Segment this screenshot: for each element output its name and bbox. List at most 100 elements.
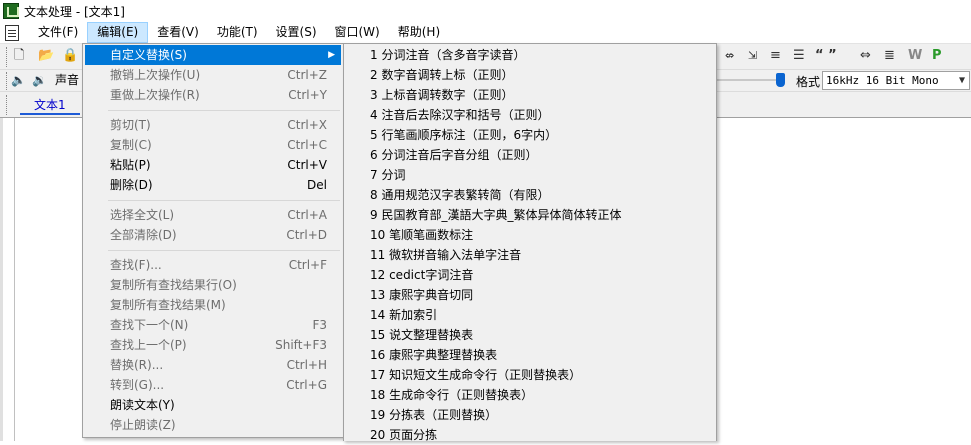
submenu-item-15[interactable]: 15 说文整理替换表 [346, 325, 714, 345]
menu-item-find-next[interactable]: 查找下一个(N) F3 [85, 315, 341, 335]
editor-gutter [14, 118, 15, 441]
menu-settings[interactable]: 设置(S) [267, 22, 326, 43]
lock-icon[interactable]: 🔒 [62, 46, 78, 66]
playback-slider[interactable] [716, 79, 784, 81]
menu-item-shortcut: Ctrl+V [287, 158, 327, 172]
submenu-item-16[interactable]: 16 康熙字典整理替换表 [346, 345, 714, 365]
menu-item-find[interactable]: 查找(F)... Ctrl+F [85, 255, 341, 275]
menu-item-cut[interactable]: 剪切(T) Ctrl+X [85, 115, 341, 135]
menu-item-label: 复制(C) [110, 138, 152, 152]
custom-replace-submenu: 1 分词注音（含多音字读音） 2 数字音调转上标（正则） 3 上标音调转数字（正… [343, 43, 717, 442]
submenu-item-11[interactable]: 11 微软拼音输入法单字注音 [346, 245, 714, 265]
align-icon[interactable]: ⇔ [860, 46, 871, 66]
sound-label: 声音 [55, 73, 80, 87]
format-label: 格式 [796, 75, 821, 89]
speaker-mute-icon[interactable]: 🔈 [11, 70, 26, 90]
menu-item-label: 全部清除(D) [110, 228, 177, 242]
menu-item-shortcut: Ctrl+Y [288, 88, 327, 102]
format-icon-4[interactable]: ☰ [793, 46, 805, 66]
menu-item-label: 复制所有查找结果行(O) [110, 278, 237, 292]
format-icon-3[interactable]: ≡ [770, 46, 781, 66]
menu-item-undo[interactable]: 撤销上次操作(U) Ctrl+Z [85, 65, 341, 85]
menu-item-shortcut: Ctrl+D [286, 228, 327, 242]
menu-item-paste[interactable]: 粘贴(P) Ctrl+V [85, 155, 341, 175]
app-icon[interactable] [3, 3, 19, 19]
submenu-item-13[interactable]: 13 康熙字典音切同 [346, 285, 714, 305]
tab-document-1[interactable]: 文本1 [20, 96, 80, 115]
chevron-down-icon: ▼ [958, 75, 965, 86]
menu-item-label: 自定义替换(S) [110, 48, 187, 62]
menu-view[interactable]: 查看(V) [148, 22, 208, 43]
submenu-item-9[interactable]: 9 民国教育部_漢語大字典_繁体异体简体转正体 [346, 205, 714, 225]
format-icon-1[interactable]: ⇎ [725, 46, 734, 66]
menu-item-shortcut: Ctrl+G [286, 378, 327, 392]
menu-item-delete[interactable]: 删除(D) Del [85, 175, 341, 195]
menu-item-label: 复制所有查找结果(M) [110, 298, 226, 312]
menu-item-label: 查找上一个(P) [110, 338, 187, 352]
p-icon[interactable]: P [932, 46, 942, 66]
submenu-item-5[interactable]: 5 行笔画顺序标注（正则，6字内） [346, 125, 714, 145]
menu-item-clear-all[interactable]: 全部清除(D) Ctrl+D [85, 225, 341, 245]
menu-item-label: 查找下一个(N) [110, 318, 189, 332]
menu-item-label: 转到(G)... [110, 378, 165, 392]
menu-item-stop-reading[interactable]: 停止朗读(Z) [85, 415, 341, 435]
menu-item-shortcut: Ctrl+Z [287, 68, 327, 82]
quote-icon[interactable]: “ ” [815, 46, 837, 66]
playback-slider-thumb[interactable] [775, 73, 785, 87]
menu-item-replace[interactable]: 替换(R)... Ctrl+H [85, 355, 341, 375]
w-icon[interactable]: W [908, 46, 922, 66]
menu-separator [108, 250, 340, 251]
submenu-item-6[interactable]: 6 分词注音后字音分组（正则） [346, 145, 714, 165]
menu-item-copy-all-results[interactable]: 复制所有查找结果(M) [85, 295, 341, 315]
submenu-item-14[interactable]: 14 新加索引 [346, 305, 714, 325]
format-select[interactable]: 16kHz 16 Bit Mono ▼ [822, 71, 970, 90]
menu-item-copy-all-result-lines[interactable]: 复制所有查找结果行(O) [85, 275, 341, 295]
submenu-item-2[interactable]: 2 数字音调转上标（正则） [346, 65, 714, 85]
menu-item-shortcut: Del [307, 178, 327, 192]
menu-item-select-all[interactable]: 选择全文(L) Ctrl+A [85, 205, 341, 225]
menu-item-read-aloud[interactable]: 朗读文本(Y) [85, 395, 341, 415]
format-icon-2[interactable]: ⇲ [748, 46, 757, 66]
menu-item-goto[interactable]: 转到(G)... Ctrl+G [85, 375, 341, 395]
toolbar-grip[interactable] [6, 47, 8, 67]
menu-function[interactable]: 功能(T) [208, 22, 267, 43]
numbering-icon[interactable]: ≣ [884, 46, 895, 66]
menu-item-label: 撤销上次操作(U) [110, 68, 201, 82]
menu-item-shortcut: Ctrl+X [287, 118, 327, 132]
menu-item-copy[interactable]: 复制(C) Ctrl+C [85, 135, 341, 155]
menu-item-custom-replace[interactable]: 自定义替换(S) ▶ [85, 45, 341, 65]
submenu-item-3[interactable]: 3 上标音调转数字（正则） [346, 85, 714, 105]
menu-item-redo[interactable]: 重做上次操作(R) Ctrl+Y [85, 85, 341, 105]
document-icon[interactable] [5, 24, 19, 41]
submenu-item-17[interactable]: 17 知识短文生成命令行（正则替换表） [346, 365, 714, 385]
menu-file[interactable]: 文件(F) [29, 22, 87, 43]
tab-strip-grip [6, 95, 8, 115]
new-file-icon[interactable]: 🗋 [14, 46, 24, 66]
submenu-item-19[interactable]: 19 分拣表（正则替换） [346, 405, 714, 425]
menu-item-label: 重做上次操作(R) [110, 88, 200, 102]
submenu-item-8[interactable]: 8 通用规范汉字表繁转简（有限） [346, 185, 714, 205]
menu-item-label: 停止朗读(Z) [110, 418, 176, 432]
speaker-icon[interactable]: 🔉 [32, 70, 47, 90]
submenu-item-10[interactable]: 10 笔顺笔画数标注 [346, 225, 714, 245]
title-bar: 文本处理 - [文本1] [0, 0, 971, 22]
menu-item-label: 删除(D) [110, 178, 153, 192]
menu-window[interactable]: 窗口(W) [326, 22, 389, 43]
window-title: 文本处理 - [文本1] [24, 4, 125, 19]
submenu-arrow-icon: ▶ [328, 50, 335, 60]
menu-help[interactable]: 帮助(H) [389, 22, 449, 43]
submenu-item-18[interactable]: 18 生成命令行（正则替换表） [346, 385, 714, 405]
menu-edit[interactable]: 编辑(E) [87, 22, 149, 43]
submenu-item-4[interactable]: 4 注音后去除汉字和括号（正则） [346, 105, 714, 125]
menu-item-shortcut: Ctrl+H [286, 358, 327, 372]
edit-menu-dropdown: 自定义替换(S) ▶ 撤销上次操作(U) Ctrl+Z 重做上次操作(R) Ct… [82, 43, 344, 438]
open-folder-icon[interactable]: 📂 [38, 46, 54, 66]
submenu-item-7[interactable]: 7 分词 [346, 165, 714, 185]
submenu-item-12[interactable]: 12 cedict字词注音 [346, 265, 714, 285]
toolbar-grip-2[interactable] [6, 72, 8, 90]
menu-item-label: 查找(F)... [110, 258, 162, 272]
submenu-item-20[interactable]: 20 页面分拣 [346, 425, 714, 445]
menu-separator [108, 110, 340, 111]
menu-item-find-previous[interactable]: 查找上一个(P) Shift+F3 [85, 335, 341, 355]
submenu-item-1[interactable]: 1 分词注音（含多音字读音） [346, 45, 714, 65]
